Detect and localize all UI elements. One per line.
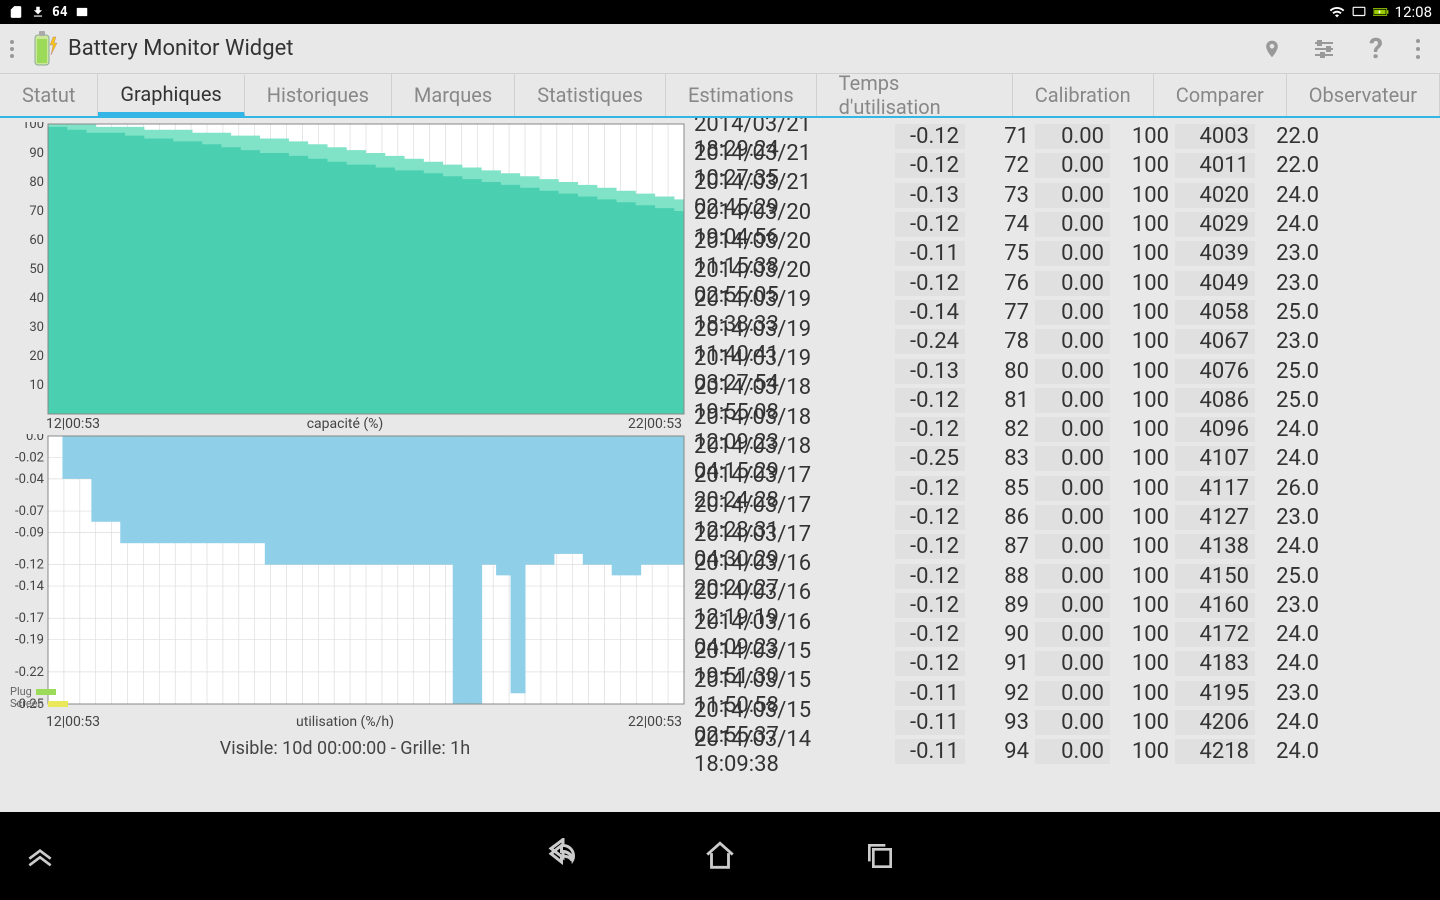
table-row[interactable]: 2014/03/14 18:09:38-0.11940.00100421824.… [690,737,1436,766]
tab-comparer[interactable]: Comparer [1154,74,1287,116]
svg-text:30: 30 [29,320,44,335]
tab-statut[interactable]: Statut [0,74,98,116]
android-status-bar: 64 12:08 [0,0,1440,24]
app-title: Battery Monitor Widget [68,36,293,61]
svg-text:-0.14: -0.14 [15,579,45,594]
svg-text:80: 80 [29,175,44,190]
svg-text:-0.09: -0.09 [15,525,44,540]
help-icon[interactable]: ? [1364,37,1388,61]
svg-text:70: 70 [29,204,44,219]
svg-text:90: 90 [29,146,44,161]
tab-historiques[interactable]: Historiques [245,74,392,116]
wifi-icon [1329,4,1345,20]
tabs: StatutGraphiquesHistoriquesMarquesStatis… [0,73,1440,118]
tab-statistiques[interactable]: Statistiques [515,74,666,116]
svg-text:-0.12: -0.12 [15,558,44,573]
status-clock: 12:08 [1395,3,1432,21]
svg-text:-0.19: -0.19 [15,633,44,648]
keyboard-icon [1351,4,1367,20]
chart-footer: Visible: 10d 00:00:00 - Grille: 1h [4,738,686,759]
app-header: Battery Monitor Widget ? [0,24,1440,73]
svg-text:60: 60 [29,233,44,248]
tab-marques[interactable]: Marques [392,74,515,116]
nav-home-icon[interactable] [700,836,740,876]
svg-text:-0.07: -0.07 [15,504,44,519]
battery-charging-icon [1373,4,1389,20]
tune-icon[interactable] [1312,37,1336,61]
svg-text:50: 50 [29,262,44,277]
android-nav-bar [0,812,1440,900]
nav-recent-icon[interactable] [860,836,900,876]
tab-calibration[interactable]: Calibration [1013,74,1154,116]
tab-observateur[interactable]: Observateur [1287,74,1440,116]
tab-graphiques[interactable]: Graphiques [98,75,244,117]
nav-expand-icon[interactable] [20,836,60,876]
overflow-left-icon[interactable] [10,37,20,61]
status-sd-badge: 64 [52,5,68,20]
data-table[interactable]: 2014/03/21 18:29:24-0.12710.00100400322.… [690,118,1440,812]
charts-panel: 102030405060708090100 12|00:53 capacité … [0,118,690,812]
tab-tempsdutilisation[interactable]: Temps d'utilisation [817,74,1013,116]
svg-text:-0.04: -0.04 [15,472,45,487]
app-logo-icon [30,31,60,67]
capacity-chart[interactable]: 102030405060708090100 12|00:53 capacité … [4,122,686,432]
location-icon[interactable] [1260,37,1284,61]
overflow-menu-icon[interactable] [1416,39,1420,59]
sim-icon [8,4,24,20]
svg-text:100: 100 [22,122,44,132]
svg-text:-0.02: -0.02 [15,450,44,465]
nav-back-icon[interactable] [540,836,580,876]
utilisation-chart[interactable]: 0.0 -0.02 -0.04 -0.07 -0.09 -0.12 -0.14 -0.17 -0… [4,434,686,734]
svg-text:20: 20 [29,349,44,364]
svg-text:40: 40 [29,291,44,306]
svg-text:10: 10 [29,378,44,393]
svg-text:-0.17: -0.17 [15,611,44,626]
svg-text:0.0: 0.0 [26,434,44,444]
svg-text:-0.22: -0.22 [15,665,44,680]
download-icon [30,4,46,20]
image-icon [74,4,90,20]
tab-estimations[interactable]: Estimations [666,74,817,116]
